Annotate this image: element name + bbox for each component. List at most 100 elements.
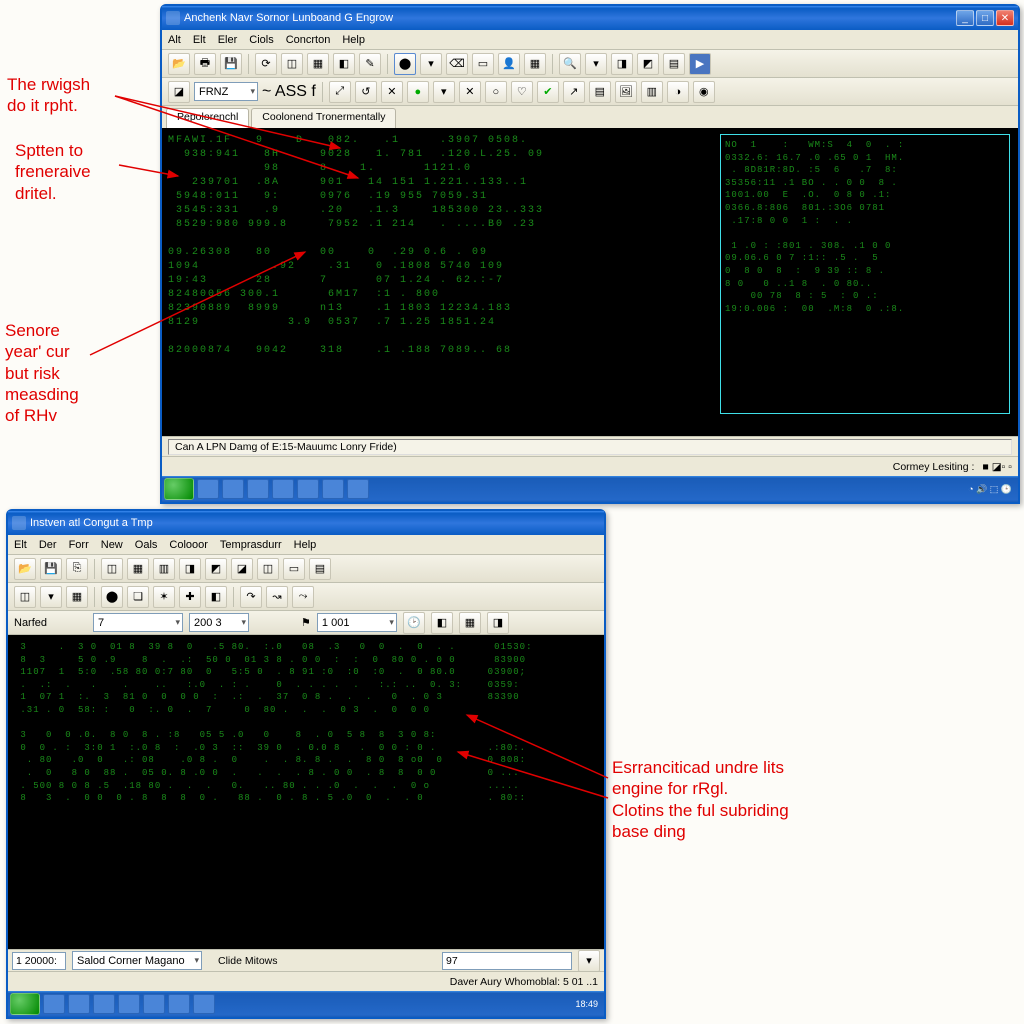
tool-icon[interactable]: ↗	[563, 81, 585, 103]
tool-icon[interactable]: ◧	[333, 53, 355, 75]
menu-help[interactable]: Help	[342, 34, 365, 46]
open-icon[interactable]: 📂	[168, 53, 190, 75]
window-2-titlebar[interactable]: Instven atl Congut a Tmp	[8, 511, 604, 535]
tool-icon[interactable]: ⤢	[329, 81, 351, 103]
task-item[interactable]	[197, 479, 219, 499]
tool-icon[interactable]: ◪	[231, 558, 253, 580]
save-icon[interactable]: 💾	[220, 53, 242, 75]
tool-icon[interactable]: ○	[485, 81, 507, 103]
tool-icon[interactable]: ◑	[667, 81, 689, 103]
combo-frnz[interactable]: FRNZ	[194, 82, 258, 101]
tool-icon[interactable]: ▾	[40, 586, 62, 608]
tool-icon[interactable]: ⤳	[292, 586, 314, 608]
input-right-value[interactable]	[442, 952, 572, 970]
tab-pepolorenchl[interactable]: Pepolorenchl	[166, 108, 249, 128]
close-button[interactable]: ✕	[996, 10, 1014, 26]
tool-icon[interactable]: ▥	[641, 81, 663, 103]
tool-icon[interactable]: ↺	[355, 81, 377, 103]
menu-elt[interactable]: Elt	[14, 539, 27, 551]
tool-icon[interactable]: ↷	[240, 586, 262, 608]
tool-icon[interactable]: ✔	[537, 81, 559, 103]
start-button[interactable]	[164, 478, 194, 500]
save-icon[interactable]: 💾	[40, 558, 62, 580]
tool-icon[interactable]: ◧	[431, 612, 453, 634]
system-tray[interactable]: 18:49	[575, 999, 602, 1009]
tool-icon[interactable]: ▦	[524, 53, 546, 75]
tool-icon[interactable]: ◫	[257, 558, 279, 580]
task-item[interactable]	[247, 479, 269, 499]
tool-icon[interactable]: ◨	[179, 558, 201, 580]
system-tray[interactable]: ◔ 🔊 ⬚ 🕒	[968, 484, 1016, 495]
tool-icon[interactable]: ◨	[611, 53, 633, 75]
tool-icon[interactable]: ◨	[487, 612, 509, 634]
task-item[interactable]	[68, 994, 90, 1014]
zoom-icon[interactable]: 🔍	[559, 53, 581, 75]
combo-narfed[interactable]: 7	[93, 613, 183, 632]
task-item[interactable]	[143, 994, 165, 1014]
tool-icon[interactable]: ▤	[589, 81, 611, 103]
window-2-workspace[interactable]: 3 . 3 0 01 8 39 8 0 .5 80. :.0 08 .3 0 0…	[8, 635, 604, 949]
refresh-icon[interactable]: ⟳	[255, 53, 277, 75]
tab-coolonend[interactable]: Coolonend Tronermentally	[251, 108, 396, 128]
tool-icon[interactable]: ▾	[420, 53, 442, 75]
clock-icon[interactable]: 🕑	[403, 612, 425, 634]
tool-icon[interactable]: ▾	[433, 81, 455, 103]
combo-c[interactable]: 1 001	[317, 613, 397, 632]
tool-icon[interactable]: ▭	[472, 53, 494, 75]
menu-new[interactable]: New	[101, 539, 123, 551]
menu-der[interactable]: Der	[39, 539, 57, 551]
menu-oals[interactable]: Oals	[135, 539, 158, 551]
task-item[interactable]	[93, 994, 115, 1014]
window-1-workspace[interactable]: MFAWI.1F 9 D 082. .1 .3907 0508. 938:941…	[162, 128, 1018, 436]
window-1-titlebar[interactable]: Anchenk Navr Sornor Lunboand G Engrow _ …	[162, 6, 1018, 30]
start-button[interactable]	[10, 993, 40, 1015]
menu-forr[interactable]: Forr	[69, 539, 89, 551]
tool-icon[interactable]: ◩	[205, 558, 227, 580]
tool-icon[interactable]: ⬤	[394, 53, 416, 75]
tool-icon[interactable]: ↝	[266, 586, 288, 608]
tool-icon[interactable]: ▦	[459, 612, 481, 634]
tool-icon[interactable]: ✕	[459, 81, 481, 103]
tool-icon[interactable]: ⬤	[101, 586, 123, 608]
task-item[interactable]	[193, 994, 215, 1014]
task-item[interactable]	[347, 479, 369, 499]
tool-icon[interactable]: ◉	[693, 81, 715, 103]
menu-concrton[interactable]: Concrton	[286, 34, 331, 46]
tool-icon[interactable]: ▾	[585, 53, 607, 75]
menu-ciols[interactable]: Ciols	[249, 34, 273, 46]
combo-b[interactable]: 200 3	[189, 613, 249, 632]
tool-icon[interactable]: ▦	[66, 586, 88, 608]
combo-salod[interactable]: Salod Corner Magano	[72, 951, 202, 970]
tool-icon[interactable]: ▦	[127, 558, 149, 580]
user-icon[interactable]: 👤	[498, 53, 520, 75]
tool-icon[interactable]: ✕	[381, 81, 403, 103]
tool-icon[interactable]: ▭	[283, 558, 305, 580]
task-item[interactable]	[222, 479, 244, 499]
tool-icon[interactable]: ●	[407, 81, 429, 103]
menu-temprasdurr[interactable]: Temprasdurr	[220, 539, 282, 551]
task-item[interactable]	[168, 994, 190, 1014]
menu-help[interactable]: Help	[294, 539, 317, 551]
tool-icon[interactable]: ◧	[205, 586, 227, 608]
tool-icon[interactable]: ▶	[689, 53, 711, 75]
tool-icon[interactable]: ◪	[168, 81, 190, 103]
tool-icon[interactable]: 🖼	[615, 81, 637, 103]
tool-icon[interactable]: ❏	[127, 586, 149, 608]
tool-icon[interactable]: ▥	[153, 558, 175, 580]
tool-icon[interactable]: ✎	[359, 53, 381, 75]
tool-icon[interactable]: ♡	[511, 81, 533, 103]
input-left-value[interactable]	[12, 952, 66, 970]
task-item[interactable]	[118, 994, 140, 1014]
task-item[interactable]	[272, 479, 294, 499]
tool-icon[interactable]: ◫	[101, 558, 123, 580]
task-item[interactable]	[43, 994, 65, 1014]
menu-colooor[interactable]: Colooor	[169, 539, 208, 551]
eraser-icon[interactable]: ⌫	[446, 53, 468, 75]
tool-icon[interactable]: ▤	[663, 53, 685, 75]
tool-icon[interactable]: ◫	[14, 586, 36, 608]
tool-icon[interactable]: ✚	[179, 586, 201, 608]
task-item[interactable]	[322, 479, 344, 499]
tool-icon[interactable]: ◩	[637, 53, 659, 75]
print-icon[interactable]: 🖶	[194, 53, 216, 75]
menu-elt[interactable]: Elt	[193, 34, 206, 46]
